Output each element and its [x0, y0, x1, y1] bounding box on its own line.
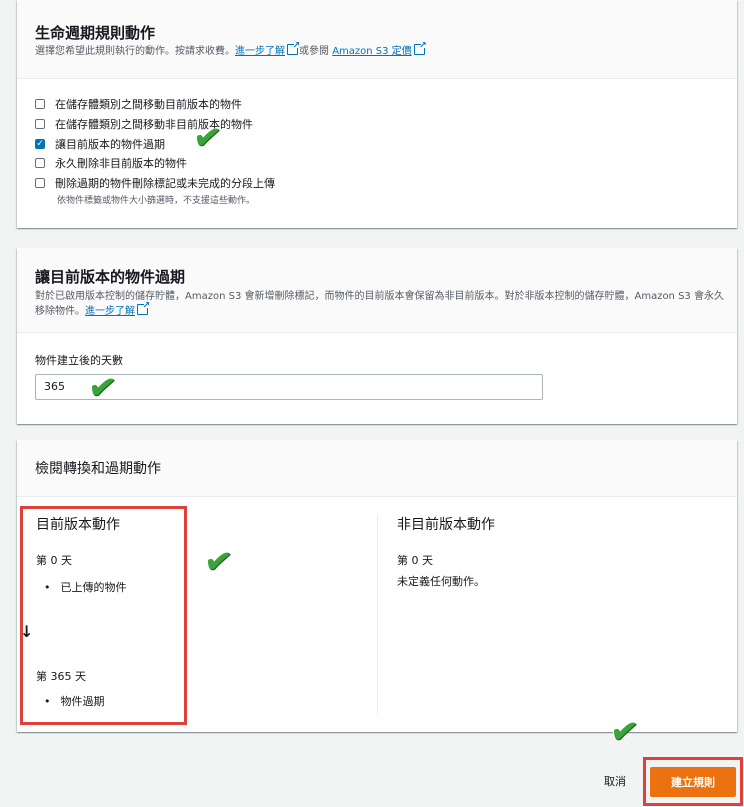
- description-text: 選擇您希望此規則執行的動作。按請求收費。: [35, 46, 235, 57]
- panel-header: 生命週期規則動作 選擇您希望此規則執行的動作。按請求收費。進一步了解 或參閱 Am…: [17, 0, 737, 79]
- panel-title: 讓目前版本的物件過期: [35, 268, 186, 286]
- annotation-check-icon: ✔: [201, 540, 236, 584]
- checkbox[interactable]: [35, 178, 45, 188]
- panel-description: 選擇您希望此規則執行的動作。按請求收費。進一步了解 或參閱 Amazon S3 定…: [35, 39, 725, 59]
- description-mid-text: 或參閱: [299, 46, 329, 57]
- expire-current-panel: 讓目前版本的物件過期 對於已啟用版本控制的儲存貯體，Amazon S3 會新增刪…: [17, 248, 737, 424]
- noncurrent-actions-title: 非目前版本動作: [397, 517, 495, 533]
- option-label: 永久刪除非目前版本的物件: [55, 157, 187, 170]
- noncurrent-day0-text: 未定義任何動作。: [397, 575, 485, 588]
- panel-title: 生命週期規則動作: [35, 24, 156, 42]
- annotation-highlight-box: [643, 757, 743, 806]
- pricing-link[interactable]: Amazon S3 定價: [332, 46, 411, 57]
- option-delete-markers[interactable]: 刪除過期的物件刪除標記或未完成的分段上傳: [35, 175, 275, 191]
- annotation-check-icon: ✔: [190, 116, 225, 160]
- column-divider: [377, 514, 378, 714]
- panel-description: 對於已啟用版本控制的儲存貯體，Amazon S3 會新增刪除標記，而物件的目前版…: [35, 289, 725, 319]
- option-label: 刪除過期的物件刪除標記或未完成的分段上傳: [55, 177, 275, 190]
- cancel-button[interactable]: 取消: [604, 773, 626, 789]
- panel-title: 檢閱轉換和過期動作: [35, 461, 161, 477]
- option-expire-current[interactable]: ✓ 讓目前版本的物件過期: [35, 136, 165, 152]
- option-move-current[interactable]: 在儲存體類別之間移動目前版本的物件: [35, 96, 242, 112]
- option-delete-noncurrent[interactable]: 永久刪除非目前版本的物件: [35, 155, 187, 171]
- panel-header: 檢閱轉換和過期動作: [17, 440, 737, 497]
- checkbox[interactable]: [35, 158, 45, 168]
- days-field-label: 物件建立後的天數: [35, 354, 123, 367]
- checkbox-checked[interactable]: ✓: [35, 139, 45, 149]
- checkbox[interactable]: [35, 99, 45, 109]
- checkbox[interactable]: [35, 119, 45, 129]
- lifecycle-actions-panel: 生命週期規則動作 選擇您希望此規則執行的動作。按請求收費。進一步了解 或參閱 Am…: [17, 0, 737, 228]
- annotation-highlight-box: [20, 506, 187, 725]
- learn-more-link[interactable]: 進一步了解: [85, 306, 135, 317]
- learn-more-link[interactable]: 進一步了解: [235, 46, 285, 57]
- annotation-check-icon: ✔: [607, 710, 642, 754]
- panel-header: 讓目前版本的物件過期 對於已啟用版本控制的儲存貯體，Amazon S3 會新增刪…: [17, 248, 737, 333]
- noncurrent-day0: 第 0 天: [397, 554, 433, 567]
- annotation-check-icon: ✔: [85, 366, 120, 410]
- external-link-icon: [413, 39, 427, 55]
- external-link-icon: [137, 299, 150, 315]
- external-link-icon: [287, 39, 300, 55]
- option-label: 在儲存體類別之間移動目前版本的物件: [55, 98, 242, 111]
- option-label: 讓目前版本的物件過期: [55, 138, 165, 151]
- options-hint: 依物件標籤或物件大小篩選時，不支援這些動作。: [57, 196, 256, 206]
